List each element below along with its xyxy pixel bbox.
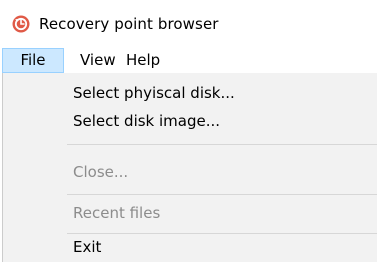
recovery-app-icon — [12, 15, 30, 33]
window-title: Recovery point browser — [39, 15, 219, 33]
menu-item-recent-files[interactable]: Recent files — [73, 202, 160, 224]
file-menu-dropdown: Select phyiscal disk... Select disk imag… — [2, 73, 377, 262]
menu-bar: File View Help — [0, 48, 377, 73]
menu-item-close[interactable]: Close... — [73, 161, 128, 183]
menu-item-select-physical-disk[interactable]: Select phyiscal disk... — [73, 82, 235, 104]
menu-item-exit[interactable]: Exit — [73, 236, 101, 258]
title-bar: Recovery point browser — [0, 0, 377, 48]
menu-view[interactable]: View — [80, 48, 116, 73]
menu-separator — [67, 144, 377, 145]
menu-item-select-disk-image[interactable]: Select disk image... — [73, 110, 220, 132]
menu-file[interactable]: File — [2, 48, 64, 73]
menu-separator — [67, 233, 377, 234]
app-window: Recovery point browser File View Help Se… — [0, 0, 377, 262]
menu-help[interactable]: Help — [126, 48, 160, 73]
menu-separator — [67, 194, 377, 195]
